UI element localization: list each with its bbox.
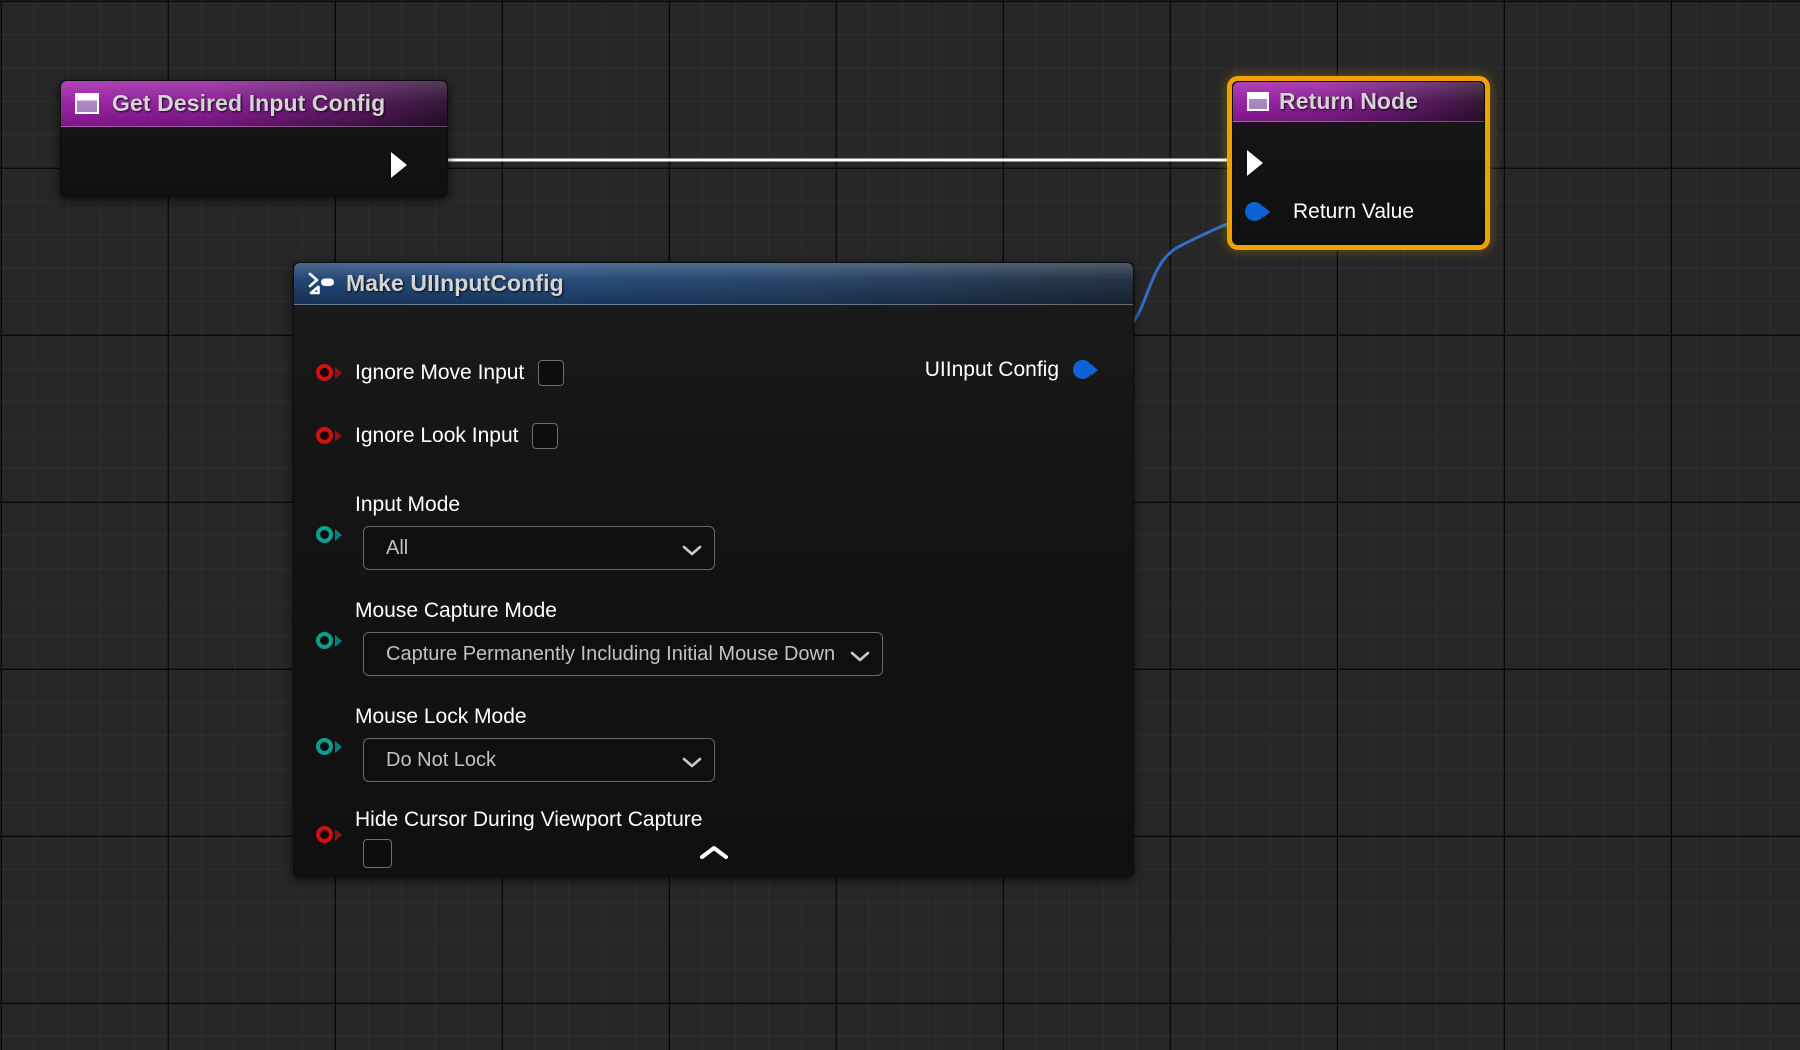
combobox-value: Capture Permanently Including Initial Mo… (386, 643, 835, 666)
property-label-mouse-capture-mode: Mouse Capture Mode (355, 599, 557, 623)
combobox-mouse-lock-mode[interactable]: Do Not Lock (363, 738, 715, 782)
exec-output-pin[interactable] (391, 152, 407, 178)
chevron-down-icon (682, 543, 702, 554)
pin-arrow-icon (335, 635, 342, 647)
checkbox-ignore-move-input[interactable] (538, 360, 564, 386)
input-pin-mouse-capture-mode[interactable] (316, 632, 333, 649)
collapse-advanced-chevron[interactable] (294, 840, 1133, 866)
node-body: Get Desired Input Config (60, 80, 448, 197)
exec-input-pin[interactable] (1247, 150, 1263, 176)
node-title: Make UIInputConfig (346, 270, 564, 297)
input-pin-input-mode[interactable] (316, 526, 333, 543)
combobox-input-mode[interactable]: All (363, 526, 715, 570)
combobox-mouse-capture-mode[interactable]: Capture Permanently Including Initial Mo… (363, 632, 883, 676)
pin-arrow-icon (335, 430, 342, 442)
node-header[interactable]: Get Desired Input Config (61, 81, 447, 127)
node-make-uiinputconfig[interactable]: Make UIInputConfig Ignore Move Input Ign… (293, 262, 1134, 877)
node-body: Return Node Return Value (1232, 81, 1485, 245)
function-node-icon (1247, 92, 1269, 111)
node-pin-area: Ignore Move Input Ignore Look Input Inpu… (294, 305, 1133, 876)
pin-label: UIInput Config (925, 358, 1059, 382)
node-get-desired-input-config[interactable]: Get Desired Input Config (60, 80, 448, 197)
property-label-input-mode: Input Mode (355, 493, 460, 517)
pin-label: Return Value (1293, 200, 1414, 224)
node-header[interactable]: Make UIInputConfig (294, 263, 1133, 305)
pin-row-ignore-look-input: Ignore Look Input (294, 423, 558, 449)
pin-arrow-icon (335, 741, 342, 753)
pin-row-ignore-move-input: Ignore Move Input (294, 360, 564, 386)
pin-arrow-icon (1263, 206, 1270, 218)
input-pin-mouse-lock-mode[interactable] (316, 738, 333, 755)
node-pin-area: Return Value (1233, 122, 1484, 245)
pin-row-uiinput-config: UIInput Config (925, 358, 1109, 382)
chevron-down-icon (850, 649, 870, 660)
pin-label: Ignore Move Input (355, 361, 524, 385)
pin-label: Ignore Look Input (355, 424, 518, 448)
combobox-value: All (386, 537, 408, 560)
make-struct-icon (308, 271, 336, 297)
node-title: Get Desired Input Config (112, 90, 385, 117)
chevron-down-icon (682, 755, 702, 766)
pin-arrow-icon (335, 529, 342, 541)
output-pin-uiinput-config[interactable] (1073, 360, 1092, 379)
pin-arrow-icon (1091, 364, 1098, 376)
node-header[interactable]: Return Node (1233, 82, 1484, 122)
output-pin-return-value[interactable] (1245, 202, 1264, 221)
node-title: Return Node (1279, 88, 1418, 115)
checkbox-ignore-look-input[interactable] (532, 423, 558, 449)
node-body: Make UIInputConfig Ignore Move Input Ign… (293, 262, 1134, 877)
input-pin-ignore-move-input[interactable] (316, 364, 333, 381)
pin-row-return-value: Return Value (1245, 200, 1414, 224)
node-pin-area (61, 127, 447, 197)
combobox-value: Do Not Lock (386, 749, 496, 772)
property-label-mouse-lock-mode: Mouse Lock Mode (355, 705, 527, 729)
pin-arrow-icon (335, 367, 342, 379)
property-label-hide-cursor-during-viewport-capture: Hide Cursor During Viewport Capture (355, 808, 702, 832)
node-return-node[interactable]: Return Node Return Value (1227, 76, 1490, 250)
input-pin-ignore-look-input[interactable] (316, 427, 333, 444)
function-node-icon (75, 93, 99, 114)
